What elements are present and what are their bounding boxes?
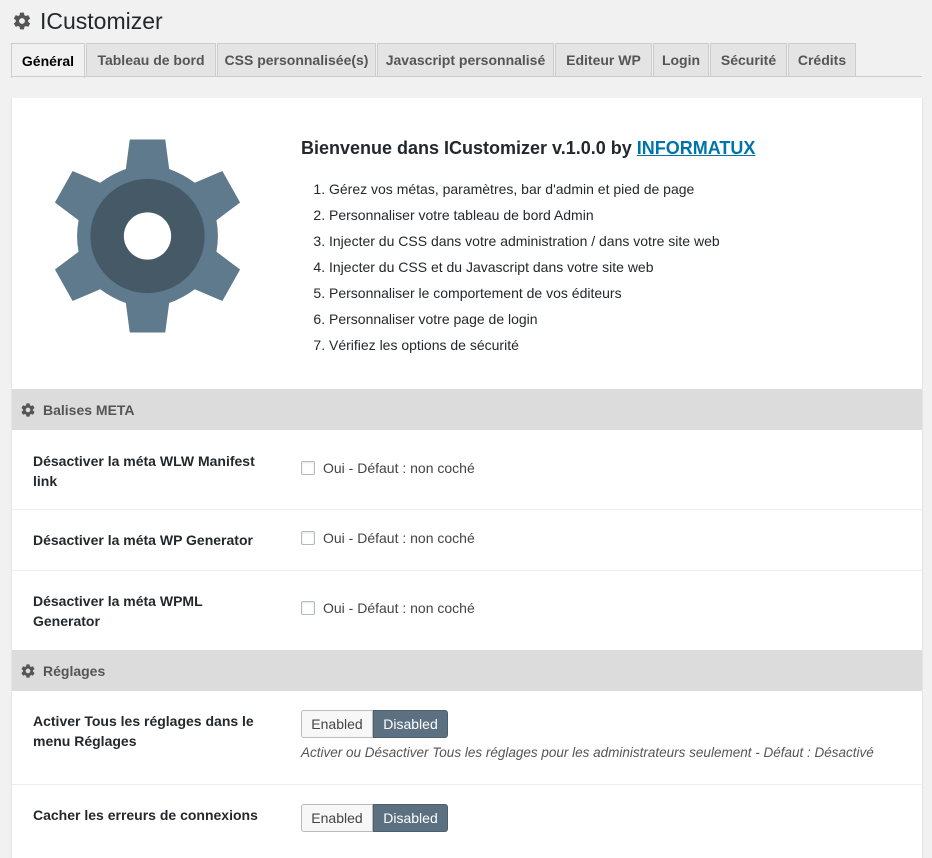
settings-panel: Bienvenue dans ICustomizer v.1.0.0 by IN… <box>11 98 923 858</box>
setting-label: Cacher les erreurs de connexions <box>33 807 258 823</box>
feature-list: Gérez vos métas, paramètres, bar d'admin… <box>301 176 720 358</box>
list-item: Personnaliser votre tableau de bord Admi… <box>329 202 720 228</box>
tab-login[interactable]: Login <box>653 43 709 76</box>
all-settings-toggle: Enabled Disabled <box>301 710 448 738</box>
wlw-manifest-option[interactable]: Oui - Défaut : non coché <box>301 460 475 476</box>
tab-editeur-wp[interactable]: Editeur WP <box>555 43 652 76</box>
toggle-group: Enabled Disabled <box>301 710 448 738</box>
setting-row-wlw: Désactiver la méta WLW Manifest link Oui… <box>12 430 922 510</box>
page-title: ICustomizer <box>40 7 163 34</box>
setting-label: Désactiver la méta WP Generator <box>33 532 253 548</box>
list-item: Personnaliser votre page de login <box>329 306 720 332</box>
gear-icon <box>21 663 35 678</box>
gear-icon <box>13 12 31 30</box>
list-item: Personnaliser le comportement de vos édi… <box>329 280 720 306</box>
list-item: Injecter du CSS et du Javascript dans vo… <box>329 254 720 280</box>
setting-row-wp-generator: Désactiver la méta WP Generator Oui - Dé… <box>12 510 922 571</box>
setting-label: Désactiver la méta WLW Manifest link <box>33 453 255 489</box>
setting-description: Activer ou Désactiver Tous les réglages … <box>301 745 874 760</box>
wp-generator-option[interactable]: Oui - Défaut : non coché <box>301 530 475 546</box>
setting-label: Activer Tous les réglages dans le menu R… <box>33 713 254 749</box>
informatux-link[interactable]: INFORMATUX <box>637 138 756 158</box>
tab-bar: Général Tableau de bord CSS personnalisé… <box>11 43 857 78</box>
wpml-generator-checkbox[interactable] <box>301 601 315 615</box>
tab-css[interactable]: CSS personnalisée(s) <box>217 43 376 76</box>
tabs-divider <box>11 76 922 77</box>
page-header: ICustomizer <box>12 6 163 36</box>
setting-row-all-settings: Activer Tous les réglages dans le menu R… <box>12 691 922 785</box>
section-title: Balises META <box>43 401 135 418</box>
disabled-button[interactable]: Disabled <box>373 710 448 738</box>
section-title: Réglages <box>43 662 106 679</box>
gear-icon <box>21 402 35 417</box>
wlw-manifest-checkbox[interactable] <box>301 461 315 475</box>
wp-generator-checkbox[interactable] <box>301 531 315 545</box>
enabled-button[interactable]: Enabled <box>301 710 373 738</box>
enabled-button[interactable]: Enabled <box>301 804 373 832</box>
gear-icon <box>54 139 241 333</box>
wpml-generator-option[interactable]: Oui - Défaut : non coché <box>301 600 475 616</box>
setting-row-wpml-generator: Désactiver la méta WPML Generator Oui - … <box>12 571 922 650</box>
section-header-settings: Réglages <box>12 650 922 691</box>
tab-tableau-de-bord[interactable]: Tableau de bord <box>86 43 216 76</box>
setting-row-login-errors: Cacher les erreurs de connexions Enabled… <box>12 785 922 855</box>
login-errors-toggle: Enabled Disabled <box>301 804 448 832</box>
list-item: Vérifiez les options de sécurité <box>329 332 720 358</box>
checkbox-label: Oui - Défaut : non coché <box>323 460 475 476</box>
setting-label: Désactiver la méta WPML Generator <box>33 593 203 629</box>
toggle-group: Enabled Disabled <box>301 804 448 832</box>
list-item: Injecter du CSS dans votre administratio… <box>329 228 720 254</box>
welcome-text: Bienvenue dans ICustomizer v.1.0.0 by <box>301 138 637 158</box>
checkbox-label: Oui - Défaut : non coché <box>323 530 475 546</box>
list-item: Gérez vos métas, paramètres, bar d'admin… <box>329 176 720 202</box>
tab-javascript[interactable]: Javascript personnalisé <box>377 43 554 76</box>
welcome-heading: Bienvenue dans ICustomizer v.1.0.0 by IN… <box>301 138 755 159</box>
checkbox-label: Oui - Défaut : non coché <box>323 600 475 616</box>
section-header-meta: Balises META <box>12 389 922 430</box>
tab-general[interactable]: Général <box>11 43 85 78</box>
tab-credits[interactable]: Crédits <box>788 43 856 76</box>
disabled-button[interactable]: Disabled <box>373 804 448 832</box>
tab-securite[interactable]: Sécurité <box>710 43 787 76</box>
